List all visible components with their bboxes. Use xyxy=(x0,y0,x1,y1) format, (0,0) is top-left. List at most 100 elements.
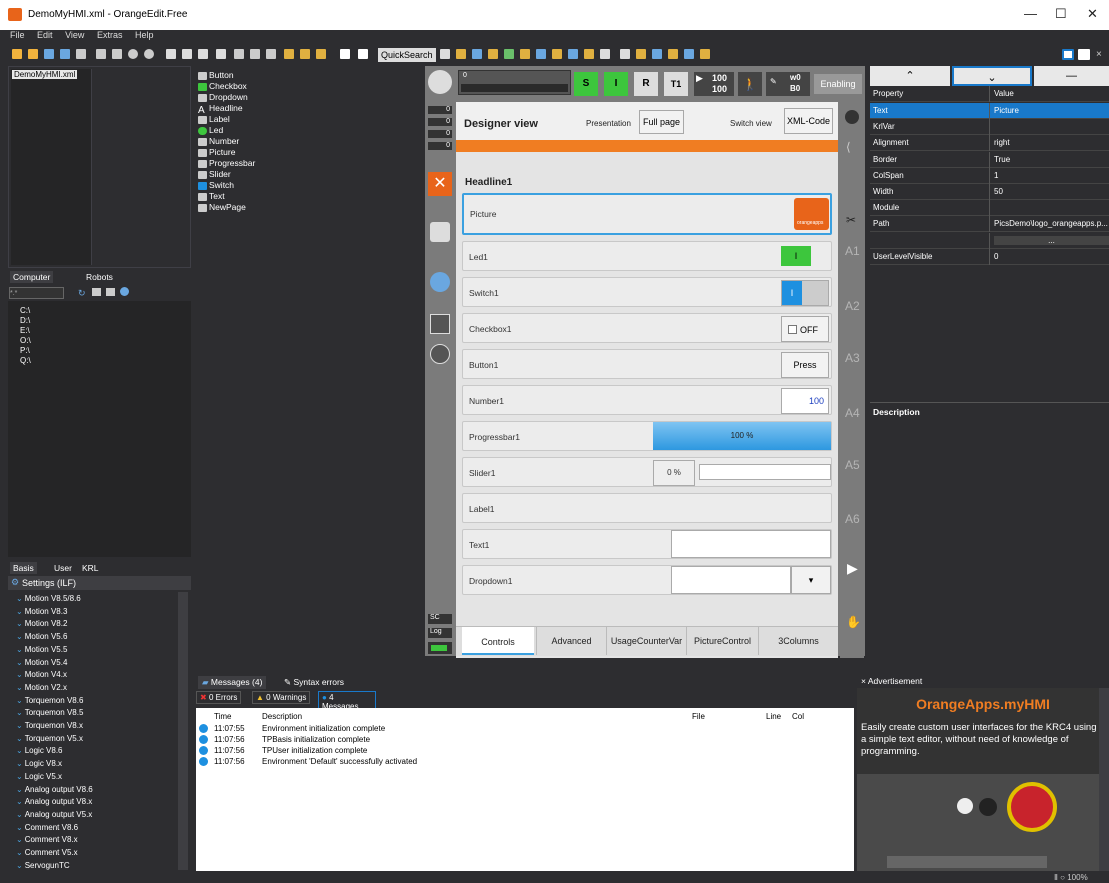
property-row[interactable]: Border True xyxy=(870,151,1109,168)
close-layout-icon[interactable]: × xyxy=(1096,49,1102,60)
tool-1-icon[interactable] xyxy=(440,49,450,59)
snippet-item[interactable]: ⌄ Motion V8.5/8.6 xyxy=(16,594,81,603)
print-icon[interactable] xyxy=(76,49,86,59)
snippet-item[interactable]: ⌄ Motion V5.4 xyxy=(16,658,67,667)
drive-item[interactable]: D:\ xyxy=(20,316,30,325)
switch-toggle[interactable]: I xyxy=(781,280,829,306)
tool-9-icon[interactable] xyxy=(568,49,578,59)
snippet-item[interactable]: ⌄ Comment V5.x xyxy=(16,848,78,857)
tool-base-display[interactable]: ✎ w0 B0 xyxy=(766,72,810,96)
snippet-item[interactable]: ⌄ Analog output V8.x xyxy=(16,797,92,806)
message-row[interactable]: 11:07:56 TPBasis initialization complete xyxy=(196,735,854,746)
chevron-down-icon[interactable]: ▾ xyxy=(791,566,831,594)
tool-8-icon[interactable] xyxy=(552,49,562,59)
property-row[interactable]: UserLevelVisible 0 xyxy=(870,248,1109,265)
robot-icon[interactable] xyxy=(428,70,452,94)
folder-up-icon[interactable] xyxy=(92,288,101,296)
drive-item[interactable]: C:\ xyxy=(20,306,30,315)
snippet-item[interactable]: ⌄ Motion V8.3 xyxy=(16,607,67,616)
axis-label[interactable]: A2 xyxy=(845,299,860,313)
snippet-item[interactable]: ⌄ Logic V5.x xyxy=(16,772,62,781)
drive-item[interactable]: P:\ xyxy=(20,346,30,355)
axis-label[interactable]: A3 xyxy=(845,351,860,365)
xmlcode-button[interactable]: XML-Code xyxy=(784,108,833,134)
cut-icon[interactable] xyxy=(166,49,176,59)
tool-10-icon[interactable] xyxy=(584,49,594,59)
info-icon[interactable] xyxy=(120,287,129,296)
outdent-icon[interactable] xyxy=(250,49,260,59)
warnings-filter[interactable]: ▲ 0 Warnings xyxy=(252,691,311,704)
play-triangle-icon[interactable]: ▶ xyxy=(847,560,858,577)
user-icon[interactable] xyxy=(430,344,450,364)
toolbox-item[interactable]: Checkbox xyxy=(209,81,247,91)
advertisement-panel[interactable]: OrangeApps.myHMI Easily create custom us… xyxy=(857,688,1109,871)
tool-17-icon[interactable] xyxy=(700,49,710,59)
status-i-button[interactable]: I xyxy=(604,72,628,96)
tab-controls[interactable]: Controls xyxy=(462,627,534,655)
drive-item[interactable]: Q:\ xyxy=(20,356,31,365)
axis-label[interactable]: A6 xyxy=(845,512,860,526)
folder-a-icon[interactable] xyxy=(284,49,294,59)
globe-icon[interactable] xyxy=(845,110,859,124)
tool-13-icon[interactable] xyxy=(636,49,646,59)
snippet-item[interactable]: ⌄ Analog output V8.6 xyxy=(16,785,93,794)
toolbox-item[interactable]: Led xyxy=(209,125,223,135)
snippet-item[interactable]: ⌄ Torquemon V8.6 xyxy=(16,696,83,705)
tool-16-icon[interactable] xyxy=(684,49,694,59)
folder-b-icon[interactable] xyxy=(300,49,310,59)
property-row[interactable]: KrlVar xyxy=(870,119,1109,136)
record-icon[interactable] xyxy=(128,49,138,59)
sort-down-icon[interactable]: ⌄ xyxy=(952,66,1032,86)
drive-item[interactable]: E:\ xyxy=(20,326,30,335)
sort-up-icon[interactable]: ⌃ xyxy=(870,66,950,86)
tool-15-icon[interactable] xyxy=(668,49,678,59)
property-row[interactable]: Width 50 xyxy=(870,184,1109,200)
tab-computer[interactable]: Computer xyxy=(10,271,54,283)
settings-gear-icon[interactable] xyxy=(430,272,450,292)
tool-12-icon[interactable] xyxy=(620,49,630,59)
tool-11-icon[interactable] xyxy=(600,49,610,59)
explorer-path-input[interactable] xyxy=(9,287,64,299)
window-a-icon[interactable] xyxy=(340,49,350,59)
layout-split-icon[interactable] xyxy=(1078,49,1090,60)
undo-icon[interactable] xyxy=(96,49,106,59)
axis-label[interactable]: A5 xyxy=(845,458,860,472)
menu-file[interactable]: File xyxy=(10,30,25,40)
tab-picturecontrol[interactable]: PictureControl xyxy=(686,627,758,655)
new-folder-icon[interactable] xyxy=(106,288,115,296)
snippet-item[interactable]: ⌄ Torquemon V8.5 xyxy=(16,708,83,717)
menu-view[interactable]: View xyxy=(65,30,84,40)
tab-user[interactable]: User xyxy=(54,563,72,573)
refresh-icon[interactable]: ↻ xyxy=(78,288,86,299)
window-b-icon[interactable] xyxy=(358,49,368,59)
property-row[interactable]: Text Picture xyxy=(870,103,1109,119)
dropdown-input[interactable] xyxy=(671,566,791,594)
picture-row[interactable]: Picture orangeapps xyxy=(462,193,832,235)
tool-5-icon[interactable] xyxy=(504,49,514,59)
snippet-item[interactable]: ⌄ Comment V8.6 xyxy=(16,823,78,832)
file-tree-root[interactable]: DemoMyHMI.xml xyxy=(12,70,78,79)
property-row[interactable]: Path PicsDemo\logo_orangeapps.p... xyxy=(870,216,1109,233)
camera-icon[interactable] xyxy=(430,222,450,242)
new-file-icon[interactable] xyxy=(12,49,22,59)
close-icon[interactable]: × xyxy=(861,676,866,686)
menu-edit[interactable]: Edit xyxy=(37,30,53,40)
property-row[interactable]: Module xyxy=(870,200,1109,217)
toolbox-item[interactable]: Slider xyxy=(209,169,231,179)
errors-filter[interactable]: ✖ 0 Errors xyxy=(196,691,242,704)
tab-krl[interactable]: KRL xyxy=(82,563,99,573)
snippet-item[interactable]: ⌄ Logic V8.6 xyxy=(16,746,63,755)
snippet-item[interactable]: ⌄ Comment V8.x xyxy=(16,835,78,844)
layout-single-icon[interactable] xyxy=(1062,49,1074,60)
property-row[interactable]: ... xyxy=(870,232,1109,249)
snippet-item[interactable]: ⌄ Motion V4.x xyxy=(16,670,67,679)
tab-advertisement[interactable]: × Advertisement xyxy=(861,676,922,686)
minimize-button[interactable]: — xyxy=(1024,6,1037,21)
toolbox-item[interactable]: Headline xyxy=(209,103,243,113)
indent-icon[interactable] xyxy=(234,49,244,59)
press-button[interactable]: Press xyxy=(781,352,829,378)
tool-4-icon[interactable] xyxy=(488,49,498,59)
message-row[interactable]: 11:07:55 Environment initialization compl… xyxy=(196,724,854,735)
log-indicator[interactable]: Log xyxy=(428,628,452,638)
message-row[interactable]: 11:07:56 Environment 'Default' successful… xyxy=(196,757,854,768)
